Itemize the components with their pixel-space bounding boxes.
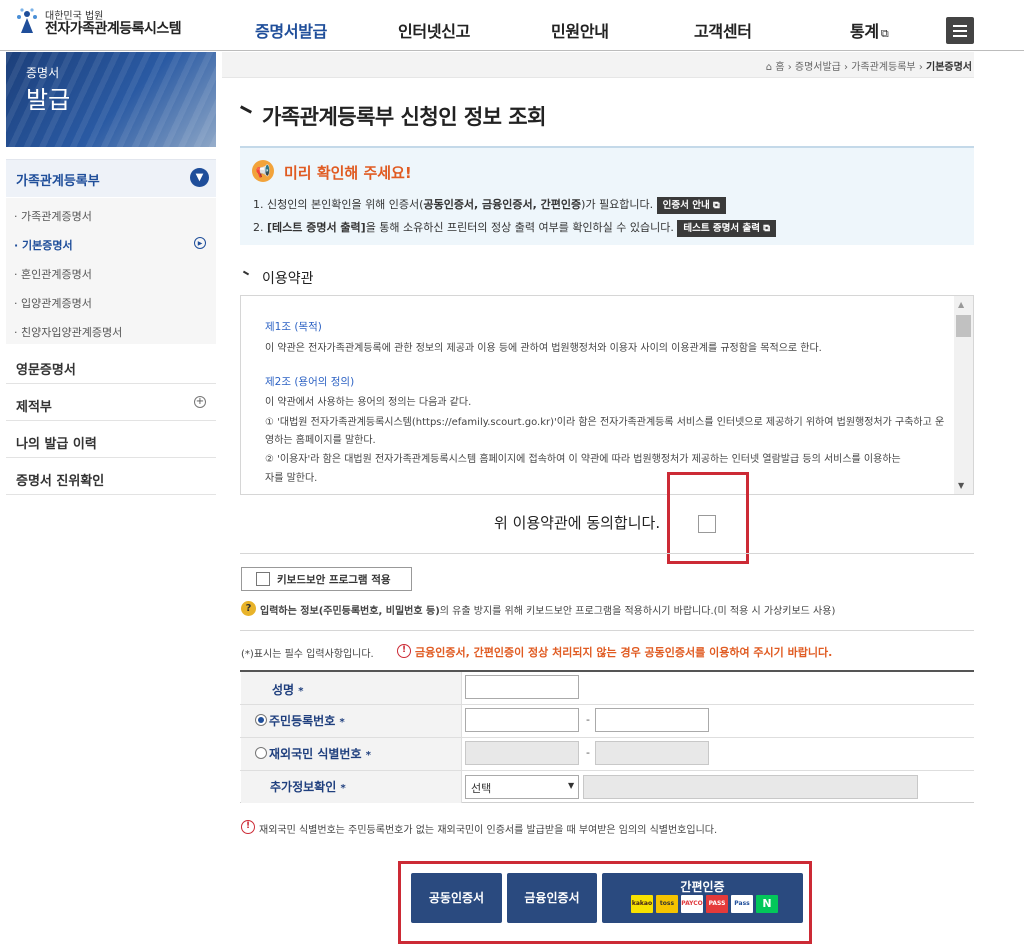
section-accent bbox=[242, 270, 250, 276]
rrn-dash: - bbox=[586, 713, 590, 726]
terms-article-text: 이 약관은 전자가족관계등록에 관한 정보의 제공과 이용 등에 관하여 법원행… bbox=[265, 343, 822, 354]
sidebar-subitem-adoption-cert[interactable]: · 입양관계증명서 bbox=[14, 295, 92, 311]
foreign-id-back-input[interactable] bbox=[595, 741, 709, 765]
divider bbox=[240, 553, 974, 554]
scrollbar-thumb[interactable] bbox=[956, 315, 971, 337]
notice-line-1: 1. 신청인의 본인확인을 위해 인증서(공동인증서, 금융인증서, 간편인증)… bbox=[253, 196, 726, 214]
required-note: (*)표시는 필수 입력사항입니다. bbox=[241, 649, 374, 660]
pass-icon: PASS bbox=[706, 895, 728, 913]
extra-info-input[interactable] bbox=[583, 775, 918, 799]
highlight-box bbox=[667, 472, 749, 564]
nav-statistics[interactable]: 통계 ⧉ bbox=[850, 18, 889, 42]
sidebar-banner: 증명서 발급 bbox=[6, 52, 216, 147]
nav-customer-center[interactable]: 고객센터 bbox=[694, 18, 752, 42]
scroll-down-arrow-icon[interactable]: ▼ bbox=[958, 481, 964, 490]
sidebar-section-label: 가족관계등록부 bbox=[16, 174, 100, 189]
notice-title: 미리 확인해 주세요! bbox=[284, 164, 412, 182]
extra-info-select-value: 선택 bbox=[471, 782, 492, 795]
foreign-id-front-input[interactable] bbox=[465, 741, 579, 765]
required-star: * bbox=[298, 686, 304, 697]
toss-icon: toss bbox=[656, 895, 678, 913]
terms-article-text: ① '대법원 전자가족관계등록시스템(https://efamily.scour… bbox=[265, 417, 945, 428]
terms-article-text: 자를 말한다. bbox=[265, 473, 318, 484]
rrn-front-input[interactable] bbox=[465, 708, 579, 732]
question-icon: ? bbox=[241, 601, 256, 616]
warning-icon: ! bbox=[241, 820, 255, 834]
simple-auth-label: 간편인증 bbox=[680, 880, 725, 894]
rrn-label: 주민등록번호 * bbox=[269, 714, 345, 728]
banner-title: 발급 bbox=[26, 86, 71, 114]
warning-icon: ! bbox=[397, 644, 411, 658]
auth-warning: 금융인증서, 간편인증이 정상 처리되지 않는 경우 공동인증서를 이용하여 주… bbox=[415, 646, 833, 659]
terms-agree-label: 위 이용약관에 동의합니다. bbox=[494, 514, 661, 532]
keyboard-security-checkbox[interactable] bbox=[256, 572, 270, 586]
naver-icon: N bbox=[756, 895, 778, 913]
terms-article-title: 제1조 (목적) bbox=[265, 321, 322, 333]
terms-article-text: 이 약관에서 사용하는 용어의 정의는 다음과 같다. bbox=[265, 397, 472, 408]
page-title: 가족관계등록부 신청인 정보 조회 bbox=[262, 105, 546, 129]
extra-info-label: 추가정보확인 * bbox=[270, 780, 346, 794]
sidebar-subitem-family-cert[interactable]: · 가족관계증명서 bbox=[14, 208, 92, 224]
kakao-icon: kakao bbox=[631, 895, 653, 913]
court-logo-icon[interactable] bbox=[12, 5, 42, 35]
sidebar-item-label: 증명서 진위확인 bbox=[16, 474, 105, 489]
chevron-down-icon: ▼ bbox=[568, 781, 575, 790]
home-icon[interactable]: ⌂ bbox=[766, 62, 772, 73]
sidebar-subitem-marriage-cert[interactable]: · 혼인관계증명서 bbox=[14, 266, 92, 282]
divider bbox=[240, 630, 974, 631]
nav-civil-guide[interactable]: 민원안내 bbox=[551, 18, 609, 42]
rrn-back-input[interactable] bbox=[595, 708, 709, 732]
required-star: * bbox=[365, 750, 371, 761]
terms-article-title: 제2조 (용어의 정의) bbox=[265, 376, 355, 388]
breadcrumb-trail: ⌂ 홈 › 증명서발급 › 가족관계등록부 › 기본증명서 bbox=[765, 62, 972, 73]
breadcrumb-item[interactable]: 증명서발급 bbox=[795, 62, 841, 73]
breadcrumb-home[interactable]: 홈 bbox=[775, 62, 784, 73]
nav-statistics-label: 통계 bbox=[850, 22, 879, 41]
cert-guide-button[interactable]: 인증서 안내 ⧉ bbox=[656, 197, 726, 214]
joint-cert-button[interactable]: 공동인증서 bbox=[411, 873, 502, 923]
megaphone-icon: 📢 bbox=[252, 160, 274, 182]
terms-article-text: 영하는 홈페이지를 말한다. bbox=[265, 435, 376, 446]
payco-icon: PAYCO bbox=[681, 895, 703, 913]
name-label: 성명 * bbox=[272, 683, 304, 697]
sidebar-item-label: 영문증명서 bbox=[16, 363, 76, 378]
nav-certificate-issue[interactable]: 증명서발급 bbox=[255, 18, 327, 42]
plus-circle-icon[interactable]: + bbox=[194, 396, 206, 408]
chevron-down-icon[interactable]: ▼ bbox=[190, 168, 209, 187]
financial-cert-button[interactable]: 금융인증서 bbox=[507, 873, 597, 923]
name-input[interactable] bbox=[465, 675, 579, 699]
terms-section-title: 이용약관 bbox=[262, 271, 314, 287]
play-circle-icon: ▶ bbox=[194, 237, 206, 249]
keyboard-security-label: 키보드보안 프로그램 적용 bbox=[277, 574, 391, 586]
terms-article-text: ② '이용자'라 함은 대법원 전자가족관계등록시스템 홈페이지에 접속하여 이… bbox=[265, 454, 901, 465]
nav-online-report[interactable]: 인터넷신고 bbox=[398, 18, 470, 42]
required-star: * bbox=[339, 717, 345, 728]
foreign-id-note: 재외국민 식별번호는 주민등록번호가 없는 재외국민이 인증서를 발급받을 때 … bbox=[259, 825, 718, 836]
breadcrumb-current: 기본증명서 bbox=[926, 62, 972, 73]
required-star: * bbox=[340, 783, 346, 794]
notice-line-2: 2. [테스트 증명서 출력]을 통해 소유하신 프린터의 정상 출력 여부를 … bbox=[253, 219, 777, 237]
foreign-id-label: 재외국민 식별번호 * bbox=[269, 747, 371, 761]
foreign-id-dash: - bbox=[586, 746, 590, 759]
hamburger-icon bbox=[953, 25, 967, 27]
foreign-id-radio[interactable] bbox=[255, 747, 267, 759]
external-link-icon: ⧉ bbox=[713, 200, 720, 211]
test-print-button[interactable]: 테스트 증명서 출력 ⧉ bbox=[677, 220, 777, 237]
sidebar-subitem-full-adoption-cert[interactable]: · 친양자입양관계증명서 bbox=[14, 324, 122, 340]
hamburger-menu-button[interactable] bbox=[946, 17, 974, 44]
pass-alt-icon: Pass bbox=[731, 895, 753, 913]
keyboard-security-description: 입력하는 정보(주민등록번호, 비밀번호 등)의 유출 방지를 위해 키보드보안… bbox=[260, 606, 836, 617]
breadcrumb-item[interactable]: 가족관계등록부 bbox=[851, 62, 915, 73]
external-link-icon: ⧉ bbox=[763, 223, 771, 234]
title-accent bbox=[239, 105, 253, 114]
sidebar-subitem-basic-cert[interactable]: · 기본증명서 bbox=[14, 237, 73, 253]
rrn-radio[interactable] bbox=[255, 714, 267, 726]
banner-subtitle: 증명서 bbox=[26, 66, 60, 80]
external-link-icon: ⧉ bbox=[880, 27, 889, 40]
sidebar-item-label: 나의 발급 이력 bbox=[16, 437, 97, 452]
system-title[interactable]: 전자가족관계등록시스템 bbox=[45, 18, 182, 38]
sidebar-item-label: 제적부 bbox=[16, 400, 52, 415]
scroll-up-arrow-icon[interactable]: ▲ bbox=[958, 300, 964, 309]
